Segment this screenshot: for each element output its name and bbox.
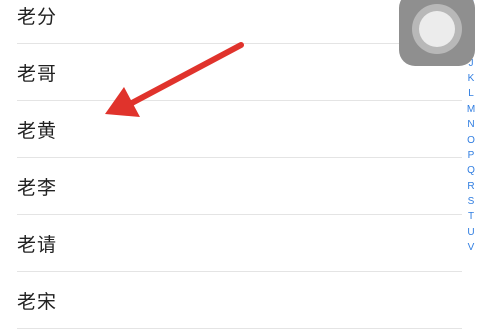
red-arrow-icon — [105, 42, 244, 117]
